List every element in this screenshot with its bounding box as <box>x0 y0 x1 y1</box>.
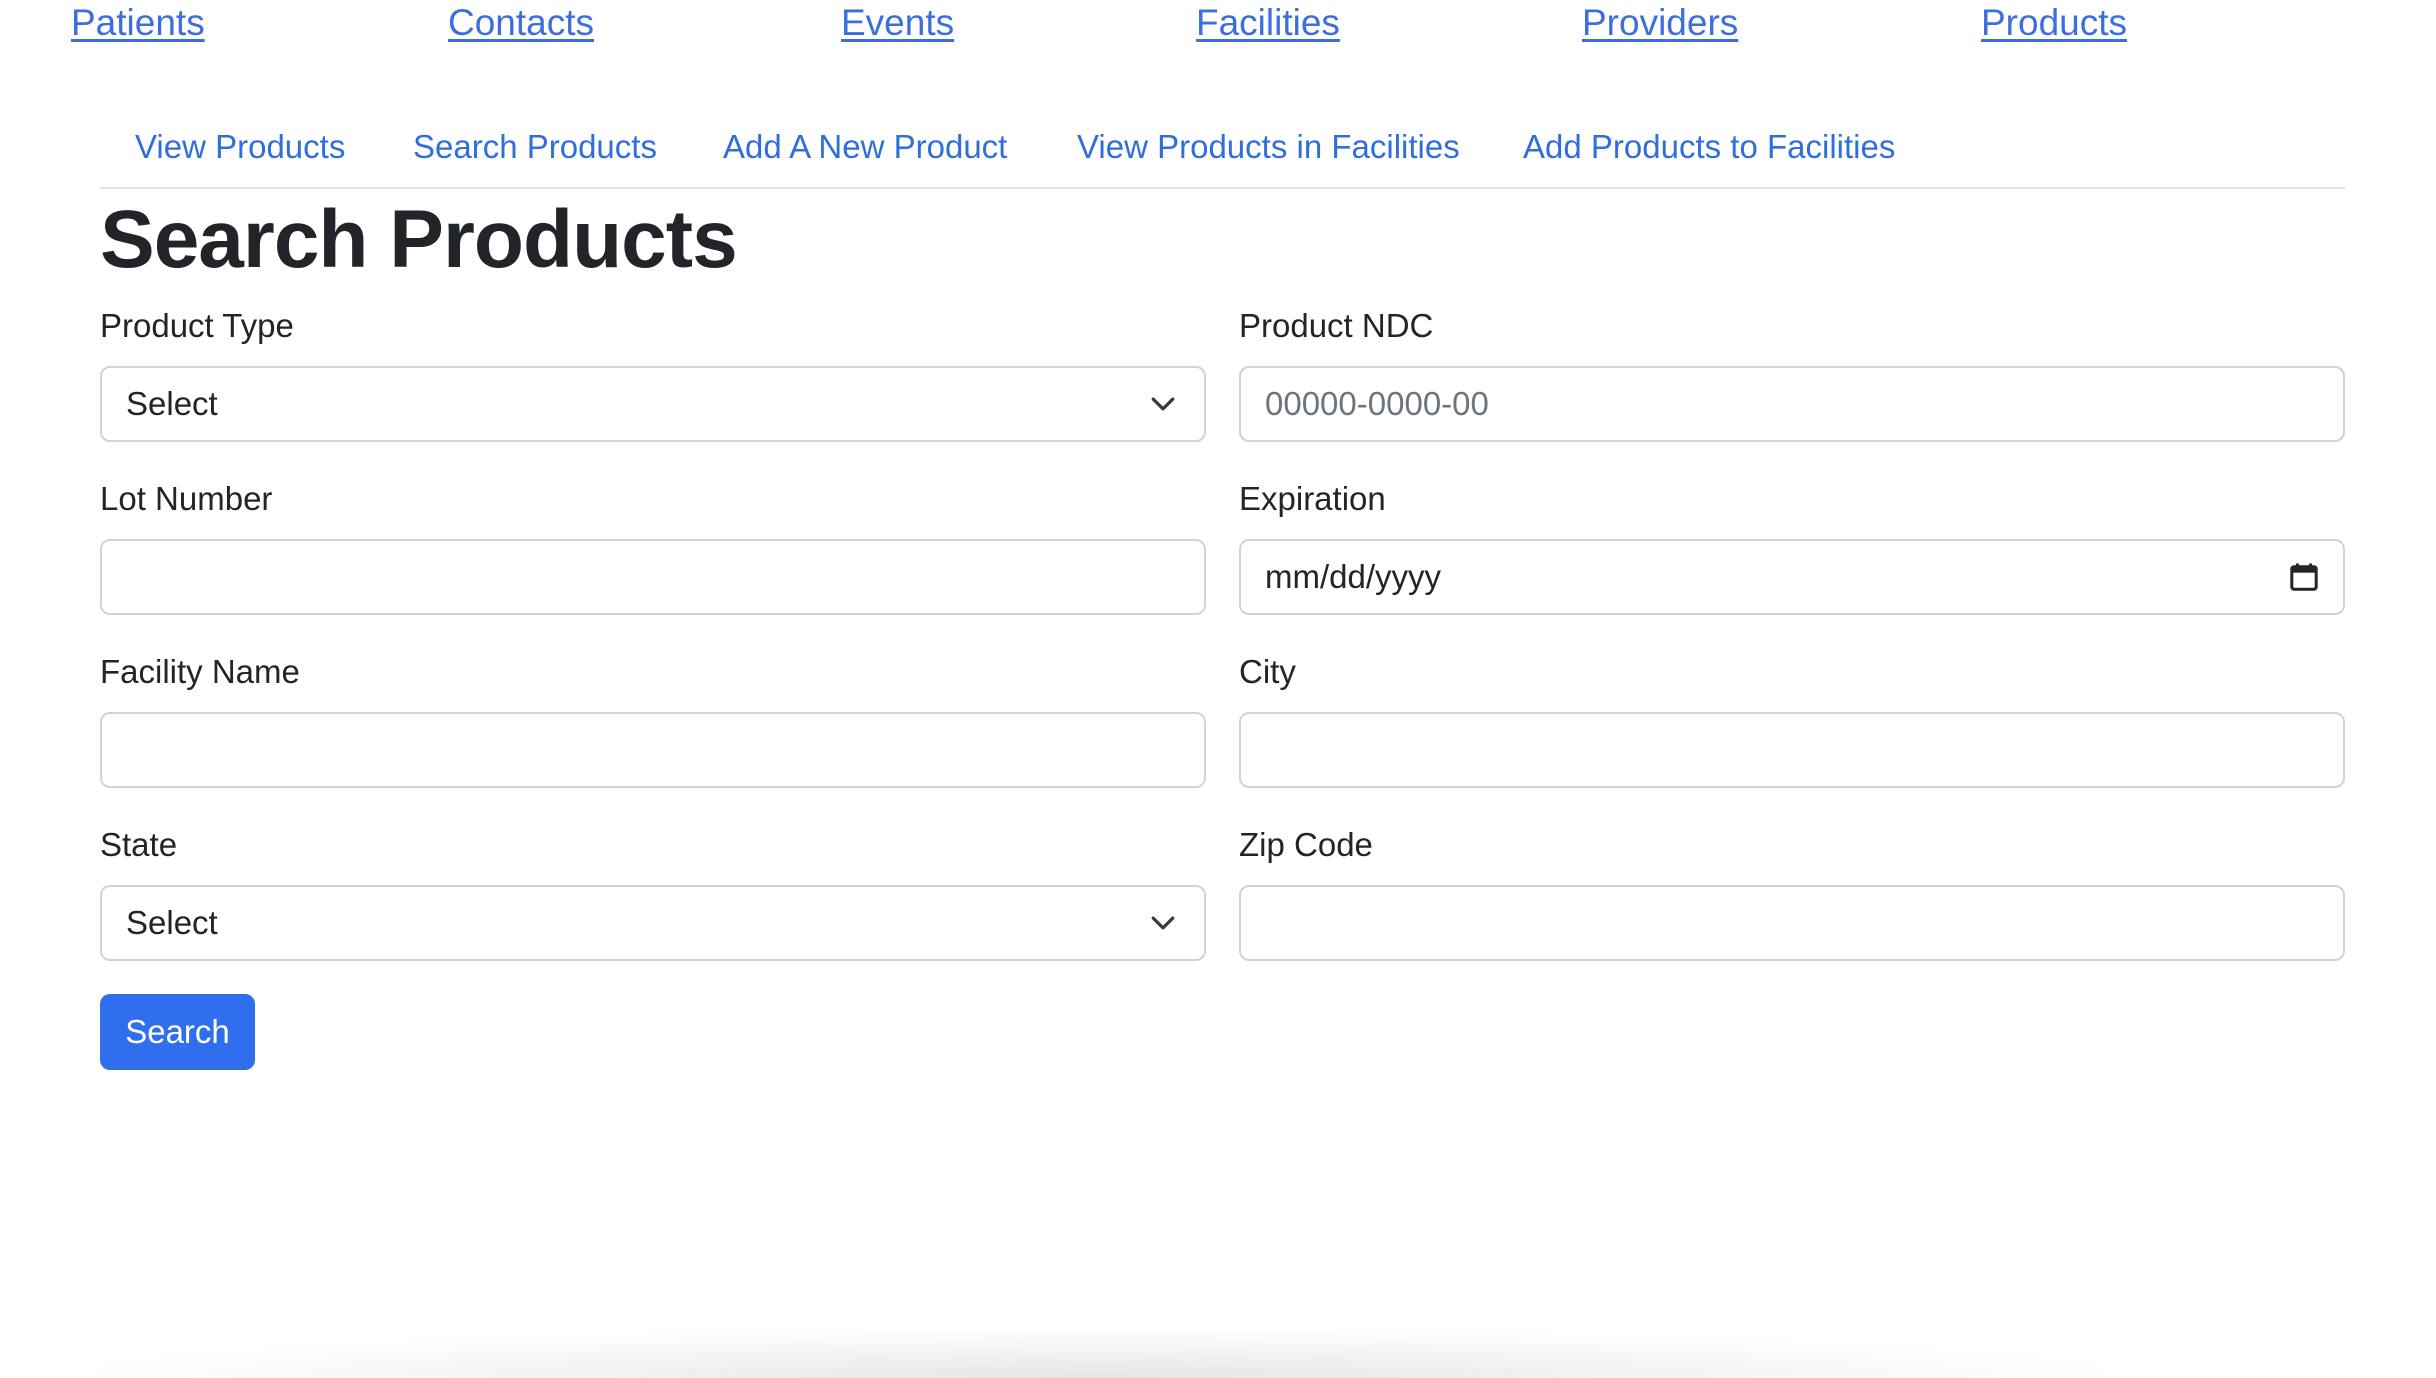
product-sub-tabs: View Products Search Products Add A New … <box>100 122 2345 189</box>
calendar-icon[interactable] <box>2289 561 2319 593</box>
product-type-select[interactable]: Select <box>100 366 1206 442</box>
expiration-date-input[interactable]: mm/dd/yyyy <box>1239 539 2345 615</box>
facility-name-input[interactable] <box>100 712 1206 788</box>
zip-code-label: Zip Code <box>1239 826 1373 863</box>
facility-name-label: Facility Name <box>100 653 300 690</box>
zip-code-input[interactable] <box>1239 885 2345 961</box>
product-ndc-input[interactable] <box>1239 366 2345 442</box>
expiration-date-value: mm/dd/yyyy <box>1265 558 1442 595</box>
page-title: Search Products <box>100 194 738 285</box>
city-label: City <box>1239 653 1296 690</box>
tab-search-products[interactable]: Search Products <box>413 122 657 172</box>
bottom-shadow <box>100 1330 2100 1378</box>
product-ndc-label: Product NDC <box>1239 307 1434 344</box>
lot-number-label: Lot Number <box>100 480 273 517</box>
nav-link-events[interactable]: Events <box>841 0 954 46</box>
chevron-down-icon <box>1151 916 1175 930</box>
chevron-down-icon <box>1151 397 1175 411</box>
search-button[interactable]: Search <box>100 994 255 1070</box>
lot-number-input[interactable] <box>100 539 1206 615</box>
product-type-selected-value: Select <box>126 385 218 422</box>
state-selected-value: Select <box>126 904 218 941</box>
nav-link-facilities[interactable]: Facilities <box>1196 0 1340 46</box>
nav-link-patients[interactable]: Patients <box>71 0 205 46</box>
nav-link-contacts[interactable]: Contacts <box>448 0 594 46</box>
expiration-label: Expiration <box>1239 480 1386 517</box>
city-input[interactable] <box>1239 712 2345 788</box>
tab-view-products-in-facilities[interactable]: View Products in Facilities <box>1077 122 1460 172</box>
top-nav: Patients Contacts Events Facilities Prov… <box>0 0 2436 60</box>
tab-view-products[interactable]: View Products <box>135 122 345 172</box>
state-select[interactable]: Select <box>100 885 1206 961</box>
state-label: State <box>100 826 178 863</box>
nav-link-products[interactable]: Products <box>1981 0 2127 46</box>
nav-link-providers[interactable]: Providers <box>1582 0 1738 46</box>
tab-add-new-product[interactable]: Add A New Product <box>723 122 1007 172</box>
tab-add-products-to-facilities[interactable]: Add Products to Facilities <box>1523 122 1895 172</box>
product-type-label: Product Type <box>100 307 294 344</box>
